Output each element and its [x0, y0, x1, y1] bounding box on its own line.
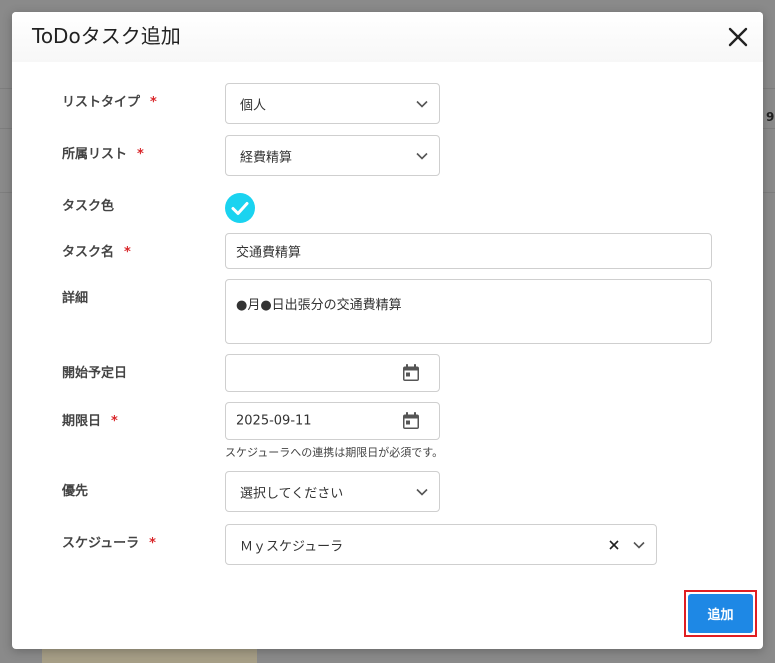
- scheduler-label-text: スケジューラ: [62, 536, 140, 551]
- dialog-header: ToDoタスク追加: [12, 12, 763, 62]
- required-mark: *: [149, 536, 156, 551]
- required-mark: *: [124, 245, 131, 260]
- chevron-down-icon: [416, 488, 428, 496]
- task-color-label: タスク色: [62, 199, 115, 214]
- calendar-icon[interactable]: [401, 363, 421, 383]
- task-color-swatch[interactable]: [225, 193, 255, 223]
- clear-icon[interactable]: [608, 539, 620, 551]
- required-mark: *: [111, 414, 118, 429]
- add-button[interactable]: 追加: [688, 594, 753, 633]
- list-type-value: 個人: [240, 98, 267, 113]
- details-textarea[interactable]: ●月●日出張分の交通費精算: [225, 279, 712, 344]
- due-date-value: 2025-09-11: [236, 413, 312, 429]
- details-label: 詳細: [62, 291, 89, 306]
- parent-list-label: 所属リスト *: [62, 143, 144, 162]
- scheduler-value: Ｍｙスケジューラ: [240, 539, 344, 554]
- parent-list-select[interactable]: 経費精算: [225, 135, 440, 176]
- chevron-down-icon: [416, 100, 428, 108]
- list-type-select[interactable]: 個人: [225, 83, 440, 124]
- chevron-down-icon: [633, 541, 645, 549]
- task-name-value: 交通費精算: [236, 245, 302, 261]
- start-date-input[interactable]: [225, 354, 440, 392]
- task-name-label-text: タスク名: [62, 245, 115, 260]
- priority-label: 優先: [62, 484, 89, 499]
- start-date-label: 開始予定日: [62, 366, 128, 381]
- due-date-hint: スケジューラへの連携は期限日が必須です。: [225, 446, 444, 459]
- check-icon: [231, 202, 249, 215]
- bg-peek-text: 9: [766, 110, 775, 124]
- list-type-label: リストタイプ *: [62, 91, 157, 110]
- priority-select[interactable]: 選択してください: [225, 471, 440, 512]
- chevron-down-icon: [416, 152, 428, 160]
- list-type-label-text: リストタイプ: [62, 95, 141, 110]
- priority-value: 選択してください: [240, 486, 344, 501]
- close-button[interactable]: [724, 23, 752, 51]
- calendar-icon[interactable]: [401, 411, 421, 431]
- task-name-input[interactable]: 交通費精算: [225, 233, 712, 269]
- required-mark: *: [150, 95, 157, 110]
- due-date-label-text: 期限日: [62, 414, 102, 429]
- bg-cell: [42, 648, 257, 663]
- task-name-label: タスク名 *: [62, 241, 131, 260]
- required-mark: *: [137, 147, 144, 162]
- parent-list-value: 経費精算: [240, 150, 293, 165]
- dialog-title: ToDoタスク追加: [32, 24, 181, 48]
- scheduler-select[interactable]: Ｍｙスケジューラ: [225, 524, 657, 565]
- scheduler-label: スケジューラ *: [62, 532, 156, 551]
- due-date-input[interactable]: 2025-09-11: [225, 402, 440, 440]
- todo-add-dialog: ToDoタスク追加 リストタイプ * 個人 所属リスト * 経費精算 タスク色 タス…: [12, 12, 763, 649]
- details-value: ●月●日出張分の交通費精算: [236, 298, 402, 313]
- parent-list-label-text: 所属リスト: [62, 147, 128, 162]
- due-date-label: 期限日 *: [62, 410, 118, 429]
- close-icon: [728, 27, 748, 47]
